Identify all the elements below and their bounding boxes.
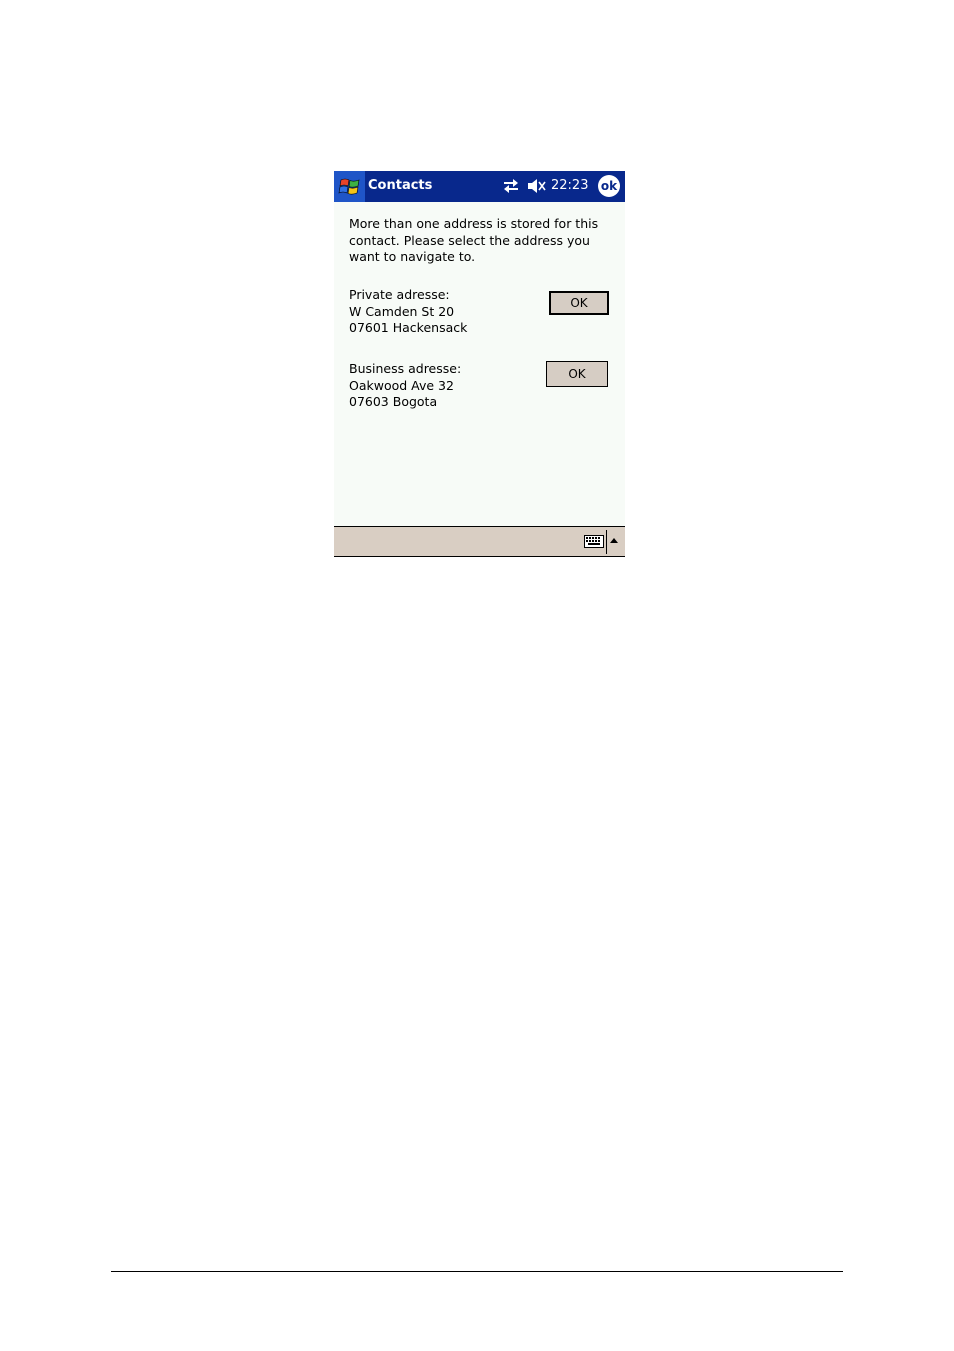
speaker-muted-icon[interactable] xyxy=(526,177,546,195)
page-footer-rule xyxy=(111,1271,843,1272)
private-ok-button[interactable]: OK xyxy=(549,291,609,315)
keyboard-icon[interactable] xyxy=(584,533,604,549)
business-address-label: Business adresse: xyxy=(349,361,462,376)
dialog-content: More than one address is stored for this… xyxy=(334,202,625,526)
connectivity-arrows-icon[interactable] xyxy=(502,177,520,195)
sip-divider xyxy=(606,530,607,554)
app-title[interactable]: Contacts xyxy=(368,178,432,193)
pocket-pc-screen: Contacts 22:23 ok More than one address … xyxy=(334,171,625,557)
clock[interactable]: 22:23 xyxy=(551,178,588,193)
business-address-street: Oakwood Ave 32 xyxy=(349,377,454,393)
menu-bar xyxy=(334,526,625,557)
private-address: Private adresse: W Camden St 20 07601 Ha… xyxy=(349,287,467,337)
start-button[interactable] xyxy=(334,171,365,202)
business-address: Business adresse: Oakwood Ave 32 07603 B… xyxy=(349,361,461,411)
ok-title-button[interactable]: ok xyxy=(598,175,620,197)
windows-flag-icon xyxy=(338,178,359,194)
business-ok-button[interactable]: OK xyxy=(546,361,608,387)
private-address-city: 07601 Hackensack xyxy=(349,320,468,335)
private-address-label: Private adresse: xyxy=(349,287,450,302)
up-arrow-icon[interactable] xyxy=(609,536,619,544)
title-bar: Contacts 22:23 ok xyxy=(334,171,625,202)
bottom-border xyxy=(334,556,625,557)
business-address-city: 07603 Bogota xyxy=(349,394,438,409)
private-address-street: W Camden St 20 xyxy=(349,303,455,319)
intro-text: More than one address is stored for this… xyxy=(349,216,599,264)
